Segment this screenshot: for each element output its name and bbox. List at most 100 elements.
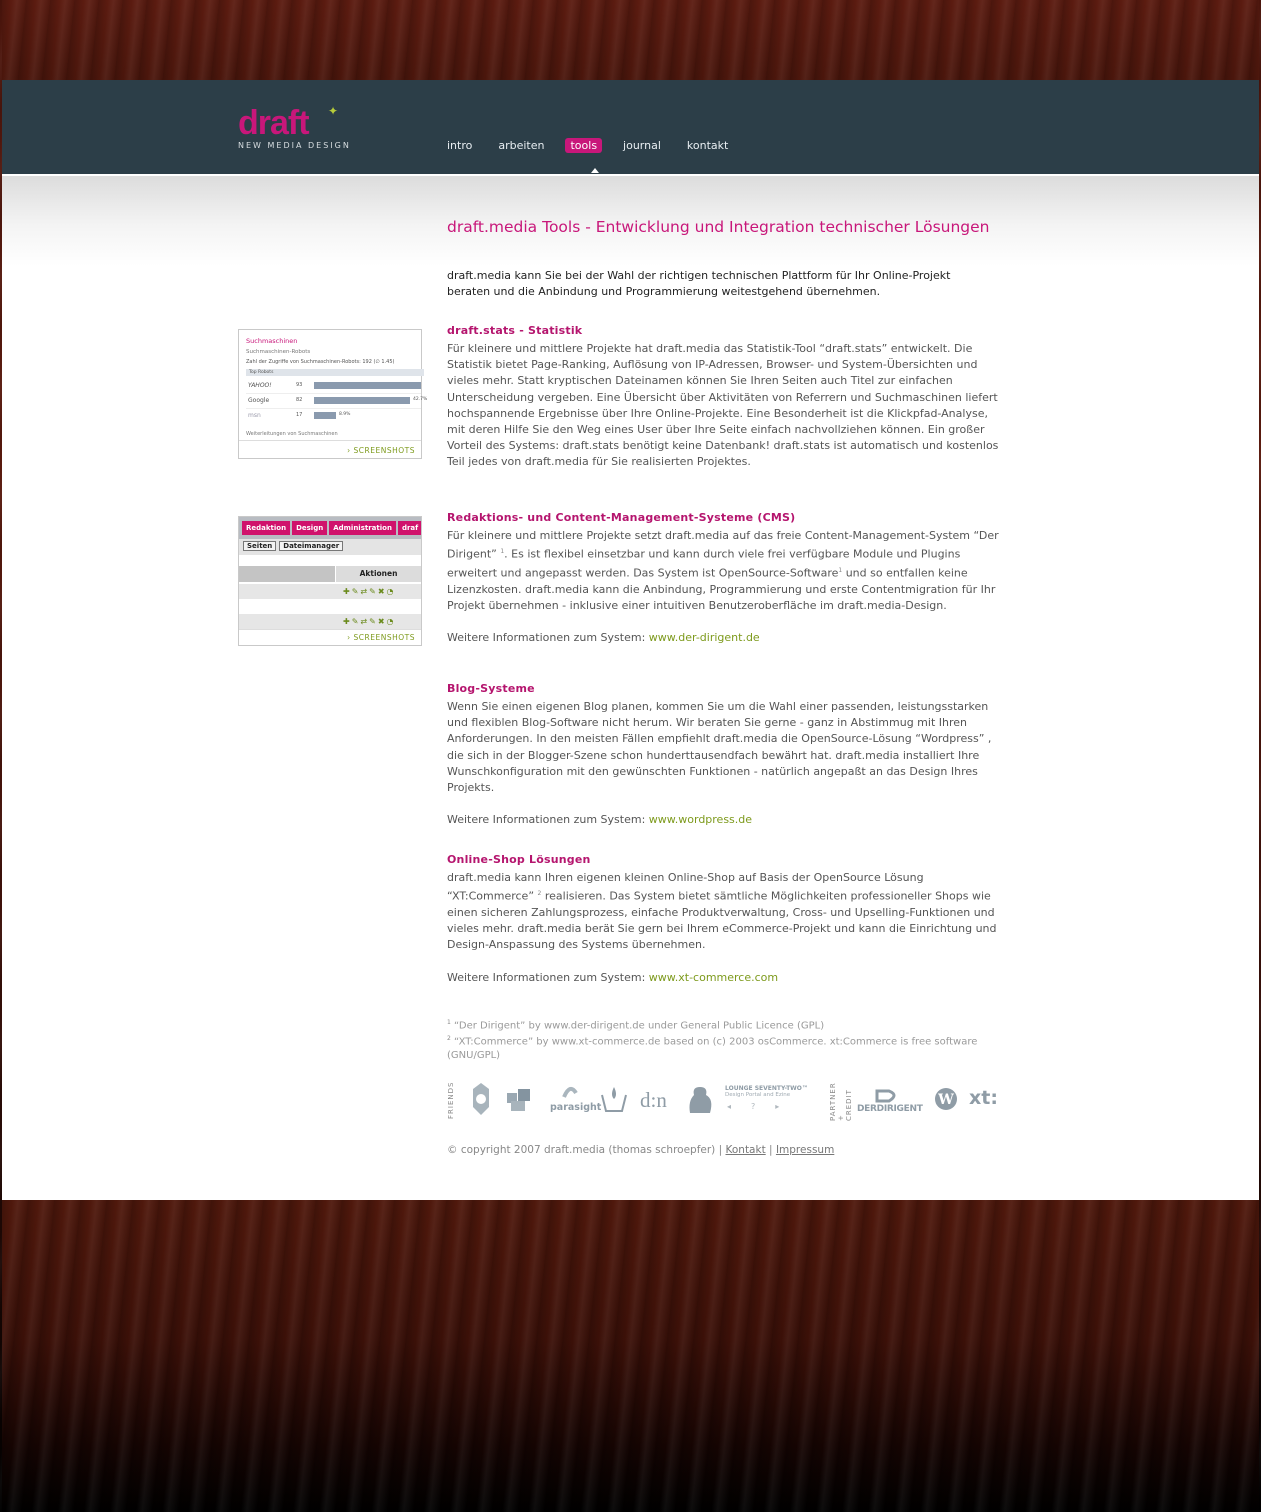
wood-background-top <box>2 0 1259 80</box>
sparkle-icon: ✦ <box>328 104 339 118</box>
copyright-text: © copyright 2007 draft.media (thomas sch… <box>447 1144 723 1156</box>
footnote-number: 2 <box>447 1035 451 1043</box>
footer-kontakt-link[interactable]: Kontakt <box>726 1144 766 1156</box>
stats-screenshot-thumb[interactable]: Suchmaschinen Suchmaschinen-Robots Zahl … <box>238 329 427 459</box>
copyright-footer: © copyright 2007 draft.media (thomas sch… <box>447 1144 834 1156</box>
cms-screenshots-link[interactable]: › SCREENSHOTS <box>347 633 415 642</box>
section-stats: draft.stats - Statistik Für kleinere und… <box>447 324 1002 471</box>
thumb-row-count: 82 <box>296 397 303 403</box>
section-cms: Redaktions- und Content-Management-Syste… <box>447 511 1002 647</box>
thumb-divider <box>239 440 421 441</box>
footer-impressum-link[interactable]: Impressum <box>776 1144 834 1156</box>
thumb-caption: Zahl der Zugriffe von Suchmaschinen-Robo… <box>246 359 395 365</box>
thumb-row-bar <box>314 382 421 389</box>
nav-item-kontakt[interactable]: kontakt <box>682 138 733 153</box>
nav-item-intro[interactable]: intro <box>442 138 477 153</box>
footnote-1: 1 “Der Dirigent” by www.der-dirigent.de … <box>447 1016 987 1032</box>
thumb-col-head: Aktionen <box>336 566 421 582</box>
derdirigent-label: DERDIRIGENT <box>857 1104 923 1114</box>
section-body: Für kleinere und mittlere Projekte setzt… <box>447 528 1002 614</box>
crest-logo-icon[interactable] <box>469 1081 493 1119</box>
intro-text: draft.media kann Sie bei der Wahl der ri… <box>447 269 951 298</box>
site-header: draft ✦ NEW MEDIA DESIGN intro arbeiten … <box>2 80 1259 176</box>
main-nav: intro arbeiten tools journal kontakt <box>442 138 749 153</box>
stats-screenshots-link[interactable]: › SCREENSHOTS <box>347 446 415 455</box>
thumb-row-bar <box>314 397 410 404</box>
thumb-tab: Administration <box>329 521 396 535</box>
thumb-table-head: Top Robots <box>246 369 424 376</box>
footnote-text: “Der Dirigent” by www.der-dirigent.de un… <box>454 1020 825 1032</box>
friends-label: FRIENDS <box>447 1081 455 1119</box>
section-title: draft.stats - Statistik <box>447 324 583 337</box>
screenshots-label: SCREENSHOTS <box>353 633 415 642</box>
footer-separator: | <box>769 1144 773 1156</box>
cube-logo-icon[interactable] <box>505 1087 533 1113</box>
parasight-label: parasight <box>550 1102 602 1113</box>
nav-item-journal[interactable]: journal <box>618 138 666 153</box>
draft-logo[interactable]: draft ✦ NEW MEDIA DESIGN <box>238 104 351 150</box>
action-icons: ✚✎⇄✎✖◔ <box>343 587 396 596</box>
thumb-tab: draf <box>397 521 421 535</box>
more-info-label: Weitere Informationen zum System: <box>447 631 646 645</box>
page-title: draft.media Tools - Entwicklung und Inte… <box>447 218 990 236</box>
thumb-row: YAHOO! 93 <box>246 379 421 394</box>
xt-logo[interactable]: xt: <box>969 1087 998 1109</box>
thumb-col-blank <box>239 566 335 582</box>
page-frame: draft ✦ NEW MEDIA DESIGN intro arbeiten … <box>2 0 1259 1512</box>
thumb-row: Google 82 42.7% <box>246 394 427 409</box>
more-info: Weitere Informationen zum System: www.wo… <box>447 812 1002 828</box>
action-icons: ✚✎⇄✎✖◔ <box>343 617 396 626</box>
more-info: Weitere Informationen zum System: www.xt… <box>447 970 1002 986</box>
thumb-tab: Design <box>292 521 328 535</box>
cms-screenshot-thumb[interactable]: Redaktion Design Administration draf Sei… <box>238 516 422 646</box>
more-info-label: Weitere Informationen zum System: <box>447 970 646 984</box>
nav-item-tools[interactable]: tools <box>565 138 603 153</box>
footnote-text: “XT:Commerce” by www.xt-commerce.de base… <box>447 1036 978 1061</box>
thumb-row-pct: 42.7% <box>413 397 428 402</box>
chevron-right-icon: › <box>347 446 351 455</box>
cart-logo-icon[interactable] <box>600 1085 628 1115</box>
section-body: draft.media kann Ihren eigenen kleinen O… <box>447 870 1002 954</box>
content-area: draft.media Tools - Entwicklung und Inte… <box>2 176 1259 1200</box>
section-body: Für kleinere und mittlere Projekte hat d… <box>447 342 999 469</box>
lounge72-question: ? <box>751 1102 776 1111</box>
logo-tagline: NEW MEDIA DESIGN <box>238 141 351 150</box>
forward-icon: ▸ <box>775 1102 800 1111</box>
thumb-buttons: Seiten Dateimanager <box>243 541 344 551</box>
wordpress-icon[interactable]: W <box>934 1087 958 1111</box>
more-info: Weitere Informationen zum System: www.de… <box>447 630 1002 646</box>
thumb-heading: Suchmaschinen <box>246 337 298 345</box>
wordpress-link[interactable]: www.wordpress.de <box>649 813 752 826</box>
thumb-row-bar <box>314 412 336 419</box>
lion-logo-icon[interactable] <box>684 1083 716 1117</box>
nav-item-arbeiten[interactable]: arbeiten <box>493 138 549 153</box>
thumb-tabs: Redaktion Design Administration draf <box>242 521 421 535</box>
thumb-button: Seiten <box>243 541 277 551</box>
rewind-icon: ◂ <box>727 1102 752 1111</box>
lounge72-sub: Design Portal and Ezine <box>725 1092 791 1098</box>
footnote-2: 2 “XT:Commerce” by www.xt-commerce.de ba… <box>447 1032 987 1061</box>
lounge72-title: LOUNGE SEVENTY-TWO™ <box>725 1085 808 1092</box>
thumb-table: YAHOO! 93 Google 82 42.7% msn 17 8.9% <box>246 379 427 423</box>
section-title: Online-Shop Lösungen <box>447 853 591 866</box>
swirl-icon <box>562 1086 578 1098</box>
lounge72-logo[interactable]: LOUNGE SEVENTY-TWO™ Design Portal and Ez… <box>725 1085 815 1111</box>
thumb-subheading: Suchmaschinen-Robots <box>246 349 311 355</box>
der-dirigent-link[interactable]: www.der-dirigent.de <box>649 631 760 644</box>
section-title: Blog-Systeme <box>447 682 535 695</box>
dn-logo[interactable]: d:n <box>640 1088 667 1113</box>
partner-label: PARTNER + CREDIT <box>829 1082 853 1121</box>
thumb-row-name: msn <box>248 412 261 419</box>
wood-background-bottom <box>2 1200 1259 1512</box>
lounge72-controls: ◂?▸ <box>725 1102 815 1111</box>
more-info-label: Weitere Informationen zum System: <box>447 813 646 827</box>
footnote-number: 1 <box>447 1019 451 1026</box>
xt-commerce-link[interactable]: www.xt-commerce.com <box>649 971 778 984</box>
thumb-row-count: 93 <box>296 382 303 388</box>
thumb-row: msn 17 8.9% <box>246 409 421 423</box>
thumb-button: Dateimanager <box>279 541 344 551</box>
thumb-tab: Redaktion <box>242 521 291 535</box>
thumb-row-pct: 8.9% <box>339 412 351 417</box>
partner-logos: FRIENDS parasight d:n LOUNGE SEVENTY-TWO… <box>447 1081 1002 1121</box>
screenshots-label: SCREENSHOTS <box>353 446 415 455</box>
